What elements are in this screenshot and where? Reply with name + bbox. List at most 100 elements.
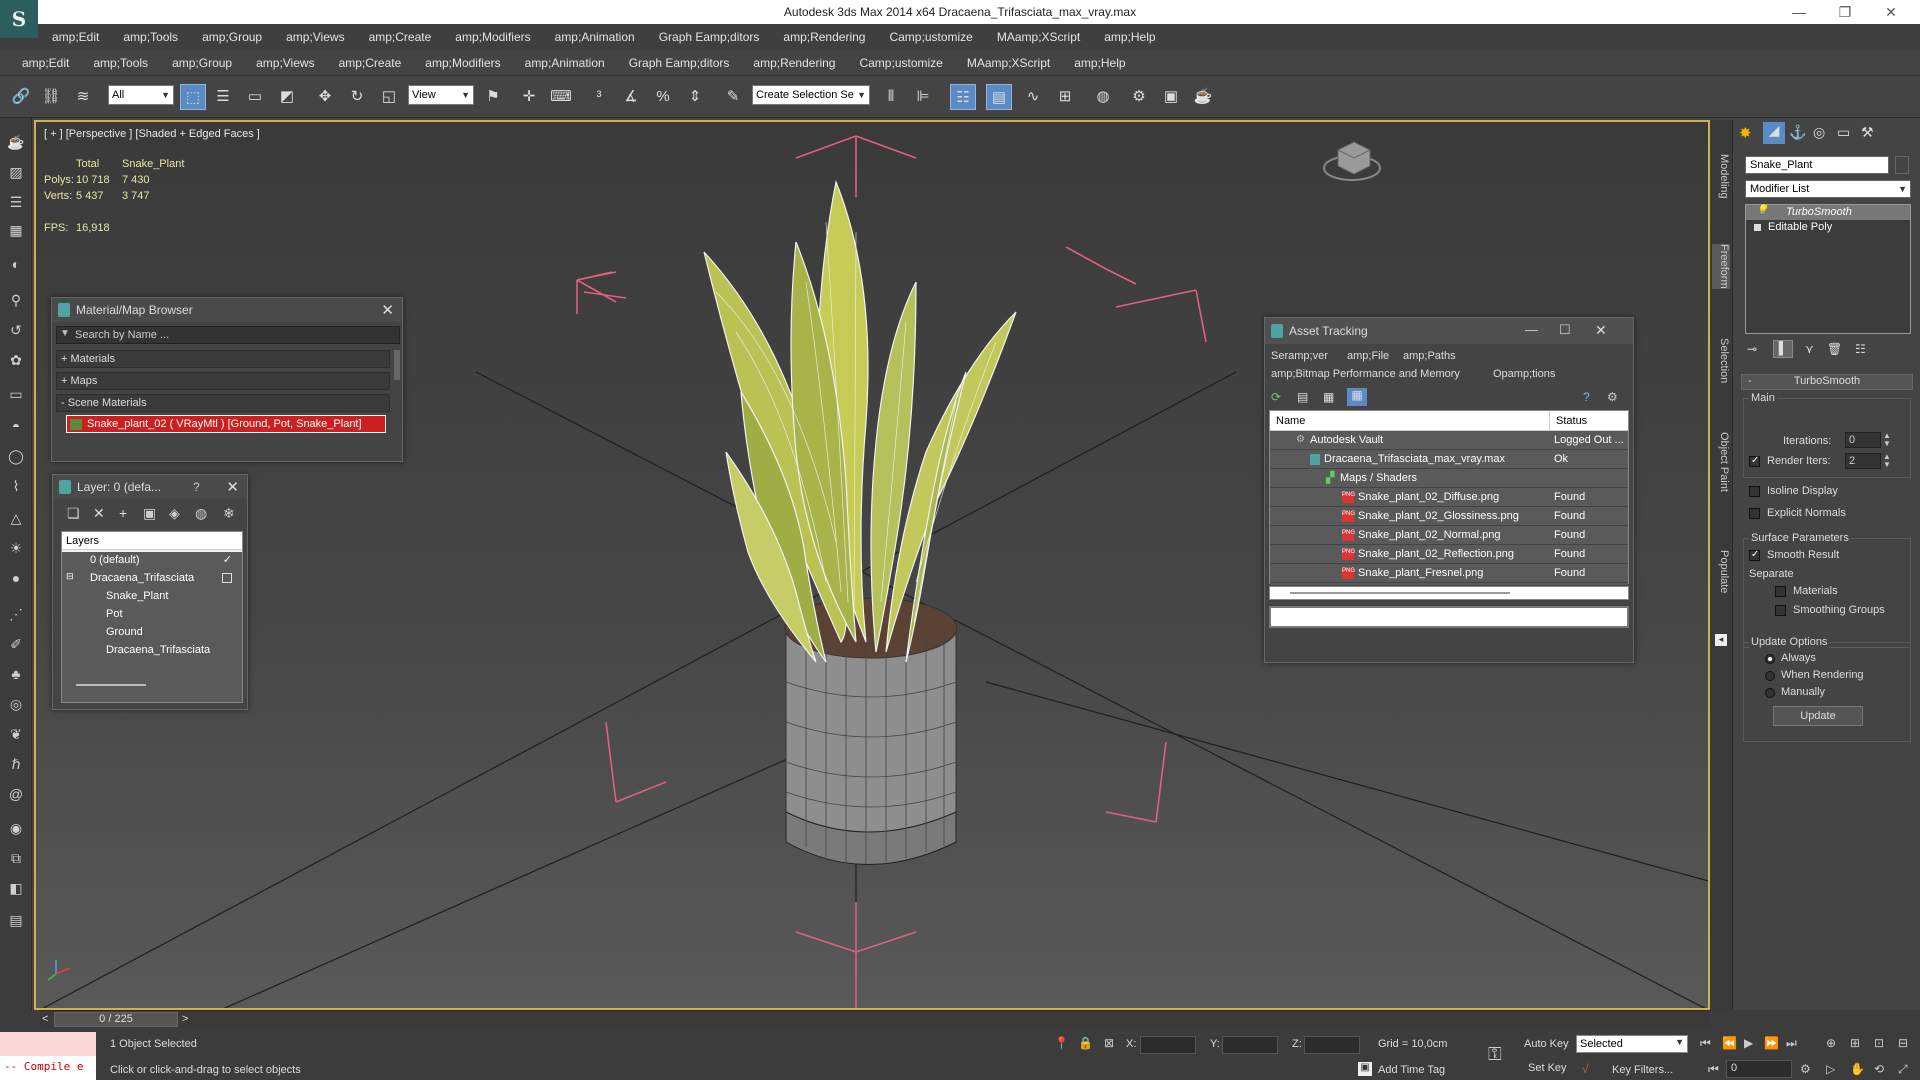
gizmo-icon[interactable]: ⚲ [4,288,28,312]
menu-item[interactable]: amp;Views [286,30,344,44]
asset-row[interactable]: ⚙ Autodesk Vault Logged Out ... [1270,431,1628,450]
ref-coord-dropdown[interactable]: View ▼ [408,85,474,105]
hierarchy-tab-icon[interactable]: ⚓ [1789,124,1806,141]
vault-help-icon[interactable]: ? [1583,390,1590,404]
new-layer-icon[interactable]: ❏ [67,505,80,522]
object-color-swatch[interactable] [1895,156,1909,174]
menu-item[interactable]: amp;Modifiers [455,30,530,44]
next-key-icon[interactable]: ⏩ [1764,1036,1779,1050]
brush-icon[interactable]: ✐ [4,632,28,656]
name-column-header[interactable]: Name [1270,411,1550,431]
layer-explorer-icon[interactable]: ☷ [950,84,976,110]
app-logo[interactable]: S [0,0,38,38]
menu-item[interactable]: amp;Group [172,56,232,70]
manipulate-icon[interactable]: ✛ [516,84,542,110]
select-by-name-icon[interactable]: ☰ [210,84,236,110]
layer-list-scrollbar[interactable] [76,684,146,686]
zoom-extents-icon[interactable]: ⊡ [1874,1036,1884,1050]
tree-icon[interactable]: ♣ [4,662,28,686]
named-selection-dropdown[interactable]: Create Selection Se ▼ [752,85,870,105]
menu-item[interactable]: amp;Modifiers [425,56,500,70]
lightbulb-icon[interactable]: 💡 [1756,205,1768,216]
select-layer-icon[interactable]: ▣ [143,505,156,522]
absolute-mode-icon[interactable]: ⊠ [1104,1036,1114,1050]
pan-icon[interactable]: ✋ [1850,1062,1865,1076]
explicit-normals-checkbox[interactable] [1749,508,1760,519]
configure-sets-icon[interactable]: ☷ [1855,342,1866,356]
fov-icon[interactable]: ▷ [1826,1062,1835,1076]
material-browser-titlebar[interactable]: Material/Map Browser ✕ [52,298,402,322]
rotate-icon[interactable]: ↻ [344,84,370,110]
cone-icon[interactable]: △ [4,506,28,530]
snaps-icon[interactable]: ³ [586,84,612,110]
iterations-spinner[interactable]: 0 [1845,432,1881,448]
tab-modeling[interactable]: Modeling [1712,154,1730,199]
render-iters-spinner[interactable]: 2 [1845,453,1881,469]
goto-start-icon[interactable]: ⏮ [1700,1036,1711,1051]
key-tangent-icon[interactable]: √ [1582,1062,1589,1076]
menu-item[interactable]: amp;Views [256,56,314,70]
render-iters-spinner-arrows[interactable]: ▲ ▼ [1883,453,1891,469]
tab-populate[interactable]: Populate [1712,550,1730,593]
zoom-icon[interactable]: ⊕ [1826,1036,1836,1050]
smooth-result-checkbox[interactable] [1749,549,1760,561]
maxscript-input[interactable] [0,1032,96,1056]
zoom-extents-all-icon[interactable]: ⊟ [1898,1036,1908,1050]
list-icon[interactable]: ☰ [4,190,28,214]
curve-editor-icon[interactable]: ∿ [1020,84,1046,110]
layer-window-titlebar[interactable]: Layer: 0 (defa... ? ✕ [53,475,247,499]
prev-frame-button[interactable]: < [42,1013,48,1025]
asset-path-field[interactable] [1269,606,1629,628]
asset-menu-options[interactable]: Opamp;tions [1493,368,1555,380]
turbosmooth-rollout-header[interactable]: - TurboSmooth [1741,374,1913,390]
menu-item[interactable]: amp;Create [369,30,432,44]
bubble-icon[interactable]: ◉ [4,816,28,840]
maps-section[interactable]: + Maps [56,372,390,390]
mesh-icon[interactable]: ⋰ [4,602,28,626]
collapse-rollout-icon[interactable]: - [1748,375,1752,387]
menu-item[interactable]: amp;Tools [123,30,178,44]
mirror-icon[interactable]: ⫴ [878,84,904,110]
hf-icon[interactable]: ℏ [4,752,28,776]
z-coordinate-field[interactable] [1304,1036,1360,1054]
orbit-icon[interactable]: ⟲ [1874,1062,1884,1076]
menu-item[interactable]: amp;Edit [52,30,99,44]
separate-materials-checkbox[interactable] [1775,586,1786,597]
dome-icon[interactable]: ◓ [4,414,28,438]
menu-item[interactable]: Camp;ustomize [889,30,972,44]
layer-row-object[interactable]: Ground [62,624,242,642]
menu-item[interactable]: amp;Tools [93,56,148,70]
keyboard-shortcut-icon[interactable]: ⌨ [548,84,574,110]
minimize-icon[interactable]: — [1525,322,1538,337]
lock-selection-icon[interactable]: 🔒 [1078,1036,1093,1050]
collapse-icon[interactable]: ⊟ [66,571,74,582]
time-slider[interactable]: < 0 / 225 > [40,1010,1710,1028]
display-tab-icon[interactable]: ▭ [1837,124,1850,141]
refresh-icon[interactable]: ⟳ [1271,390,1281,404]
add-time-tag[interactable]: Add Time Tag [1378,1064,1445,1076]
percent-snap-icon[interactable]: % [650,84,676,110]
schematic-view-icon[interactable]: ⊞ [1052,84,1078,110]
spiral-icon[interactable]: @ [4,782,28,806]
asset-row[interactable]: Dracaena_Trifasciata_max_vray.max Ok [1270,450,1628,469]
time-slider-thumb[interactable]: 0 / 225 [54,1012,178,1027]
filter-icon[interactable]: ▼ [60,328,70,339]
menu-item[interactable]: Camp;ustomize [859,56,942,70]
asset-row[interactable]: PNG Snake_plant_02_Normal.png Found [1270,526,1628,545]
menu-item[interactable]: Graph Eamp;ditors [629,56,730,70]
window-crossing-icon[interactable]: ◩ [274,84,300,110]
link-icon[interactable]: 🔗 [8,84,34,110]
table-view-icon[interactable]: ▦ [1347,388,1367,406]
next-frame-button[interactable]: > [182,1013,188,1025]
time-tag-icon[interactable]: ▣ [1358,1062,1372,1076]
layer-row-object[interactable]: Dracaena_Trifasciata [62,642,242,660]
sphere-icon[interactable]: ◯ [4,444,28,468]
menu-item[interactable]: amp;Help [1074,56,1125,70]
layer-row-default[interactable]: 0 (default) ✓ [62,552,242,570]
delete-layer-icon[interactable]: ✕ [93,505,105,522]
tab-object-paint[interactable]: Object Paint [1712,432,1730,492]
script-icon[interactable]: ▤ [4,908,28,932]
close-button[interactable]: ✕ [1868,0,1914,24]
modify-tab-icon[interactable]: ◢ [1763,122,1785,144]
light-icon[interactable]: ◐ [4,252,28,276]
